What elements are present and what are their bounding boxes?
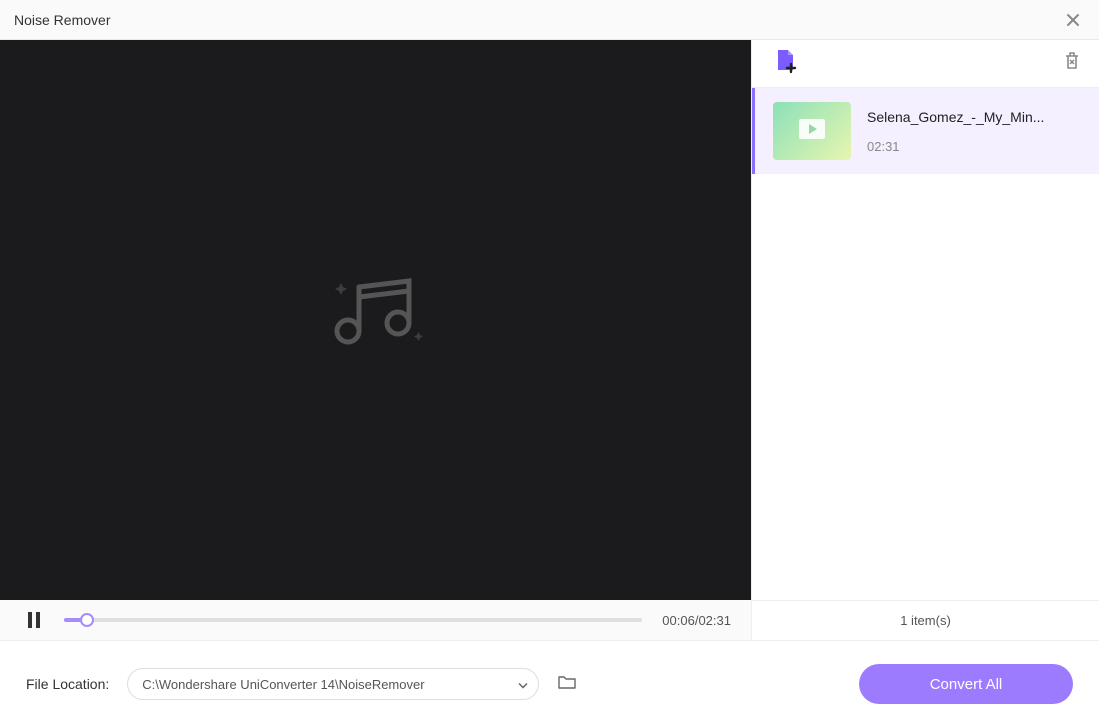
main: 00:06/02:31 — [0, 40, 1099, 641]
seek-track[interactable] — [64, 618, 642, 622]
pause-icon[interactable] — [26, 611, 44, 629]
left-panel: 00:06/02:31 — [0, 40, 751, 640]
close-icon[interactable] — [1061, 8, 1085, 32]
file-location-input[interactable]: C:\Wondershare UniConverter 14\NoiseRemo… — [127, 668, 539, 700]
browse-folder-icon[interactable] — [557, 674, 577, 694]
item-count: 1 item(s) — [752, 600, 1099, 640]
file-name: Selena_Gomez_-_My_Min... — [867, 109, 1081, 125]
seek-thumb[interactable] — [80, 613, 94, 627]
convert-all-button[interactable]: Convert All — [859, 664, 1073, 704]
file-location-label: File Location: — [26, 676, 109, 692]
play-icon — [797, 117, 827, 146]
footer: File Location: C:\Wondershare UniConvert… — [0, 641, 1099, 727]
right-toolbar — [752, 40, 1099, 88]
add-file-icon[interactable] — [774, 48, 798, 79]
total-time: 02:31 — [698, 613, 731, 628]
file-location-path: C:\Wondershare UniConverter 14\NoiseRemo… — [142, 677, 424, 692]
file-thumb — [773, 102, 851, 160]
time-display: 00:06/02:31 — [662, 613, 731, 628]
right-panel: Selena_Gomez_-_My_Min... 02:31 1 item(s) — [751, 40, 1099, 640]
chevron-down-icon[interactable] — [518, 677, 528, 692]
window-title: Noise Remover — [14, 12, 1061, 28]
music-note-icon — [321, 273, 431, 368]
current-time: 00:06 — [662, 613, 695, 628]
file-list: Selena_Gomez_-_My_Min... 02:31 — [752, 88, 1099, 600]
titlebar: Noise Remover — [0, 0, 1099, 40]
clear-list-icon[interactable] — [1063, 51, 1081, 76]
playbar: 00:06/02:31 — [0, 600, 751, 640]
list-item[interactable]: Selena_Gomez_-_My_Min... 02:31 — [752, 88, 1099, 174]
file-duration: 02:31 — [867, 139, 1081, 154]
preview-area[interactable] — [0, 40, 751, 600]
